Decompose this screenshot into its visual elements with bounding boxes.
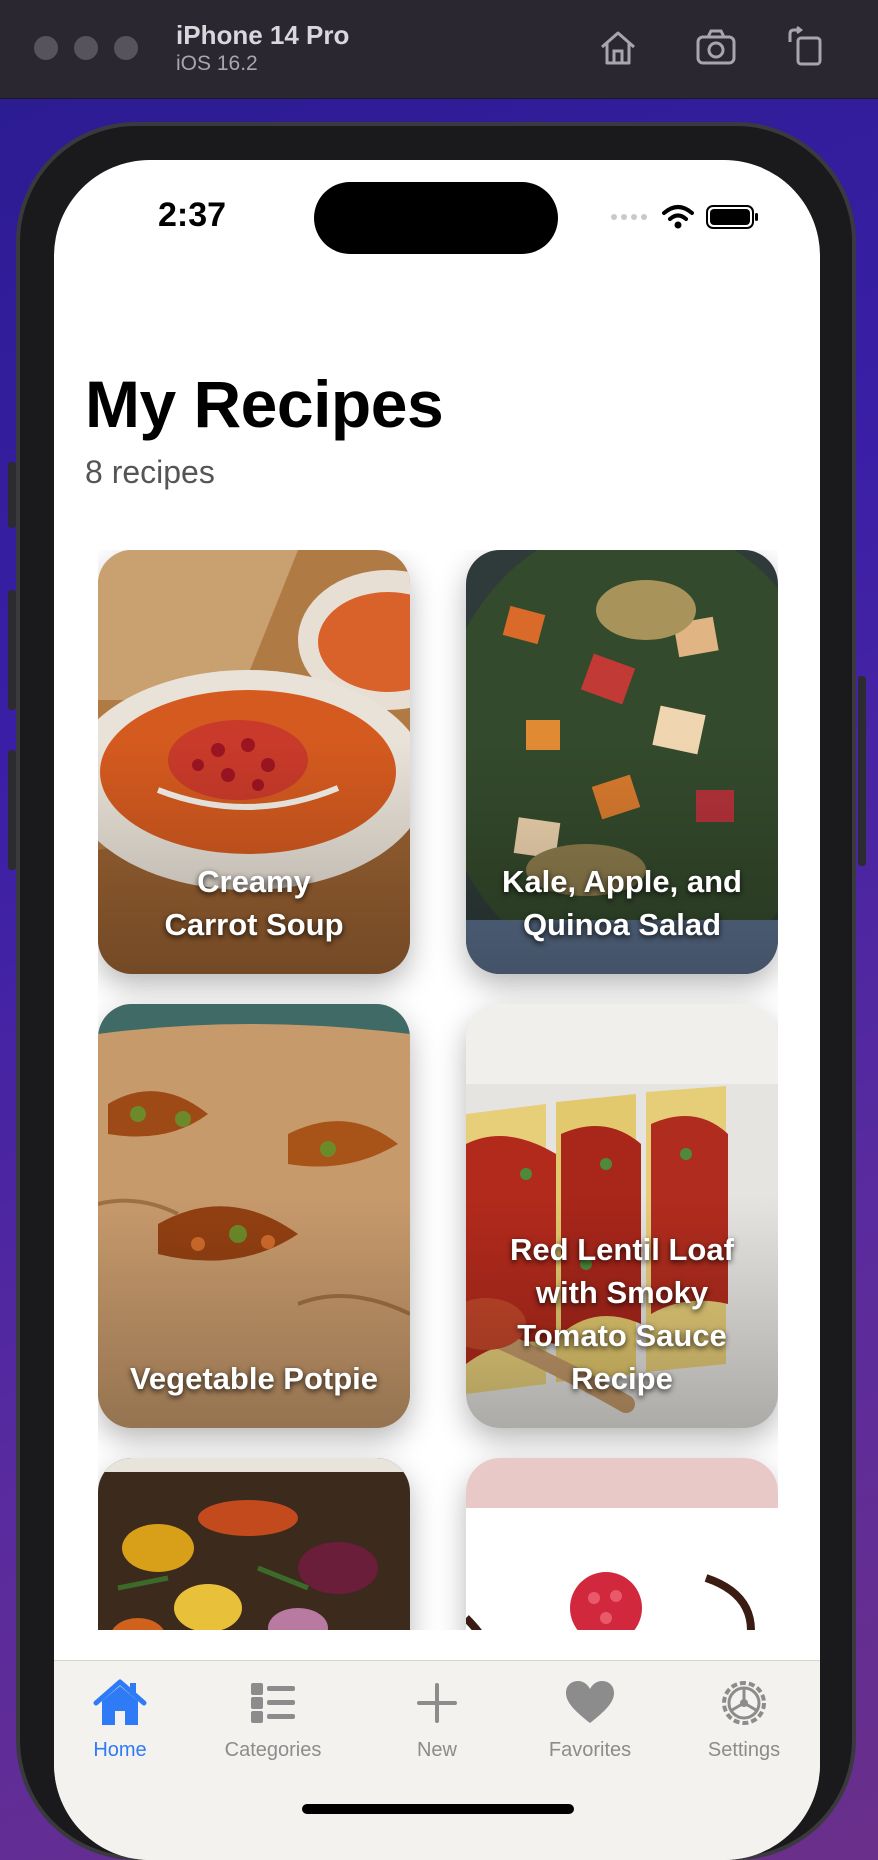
status-time: 2:37: [158, 196, 227, 234]
home-indicator[interactable]: [302, 1804, 574, 1814]
tab-new[interactable]: New: [377, 1677, 497, 1762]
phone-screen: 2:37 My Recipes 8 recipes Creamy Carrot …: [54, 160, 820, 1860]
tab-settings[interactable]: Settings: [684, 1677, 804, 1762]
recipe-card[interactable]: [466, 1458, 778, 1630]
tab-label: Categories: [224, 1739, 322, 1761]
minimize-window-button[interactable]: [74, 36, 98, 60]
tab-bar: Home Categories New Favorites Settings: [54, 1660, 820, 1860]
cellular-signal-icon: [611, 214, 647, 220]
recipe-card[interactable]: Kale, Apple, and Quinoa Salad: [466, 550, 778, 974]
recipe-title: Creamy Carrot Soup: [164, 864, 344, 942]
camera-icon: [696, 29, 736, 65]
page-title: My Recipes: [85, 367, 444, 441]
recipe-title: Red Lentil Loaf with Smoky Tomato Sauce …: [510, 1232, 734, 1396]
screenshot-button[interactable]: [694, 26, 738, 70]
action-button: [8, 462, 16, 528]
tab-label: Settings: [707, 1739, 781, 1761]
tab-categories[interactable]: Categories: [213, 1677, 333, 1762]
battery-icon: [706, 205, 758, 229]
recipe-card[interactable]: [98, 1458, 410, 1630]
wifi-icon: [662, 205, 694, 229]
dynamic-island: [314, 182, 558, 254]
gear-icon: [722, 1681, 766, 1725]
plus-icon: [417, 1683, 457, 1723]
volume-down-button: [8, 750, 16, 870]
simulator-titlebar: iPhone 14 Pro iOS 16.2: [0, 0, 878, 99]
os-version: iOS 16.2: [176, 52, 258, 75]
tab-label: New: [416, 1739, 457, 1761]
status-indicators: [610, 204, 760, 230]
tab-label: Home: [93, 1739, 147, 1761]
recipe-photo: [466, 1458, 778, 1630]
list-icon: [251, 1683, 295, 1723]
recipe-photo: [98, 1458, 410, 1630]
recipe-card[interactable]: Creamy Carrot Soup: [98, 550, 410, 974]
tab-favorites[interactable]: Favorites: [530, 1677, 650, 1762]
house-icon: [93, 1679, 147, 1725]
close-window-button[interactable]: [34, 36, 58, 60]
rotate-button[interactable]: [784, 26, 828, 70]
recipe-grid[interactable]: Creamy Carrot Soup Kale, Apple, and Quin…: [98, 550, 778, 1630]
house-outline-icon: [601, 31, 635, 65]
zoom-window-button[interactable]: [114, 36, 138, 60]
heart-icon: [566, 1681, 614, 1723]
device-name: iPhone 14 Pro: [176, 20, 350, 50]
recipe-title: Vegetable Potpie: [129, 1361, 379, 1396]
home-button[interactable]: [596, 26, 640, 70]
power-button: [858, 676, 866, 866]
recipe-title: Kale, Apple, and Quinoa Salad: [501, 864, 742, 942]
rotate-icon: [788, 26, 822, 66]
recipe-card[interactable]: Red Lentil Loaf with Smoky Tomato Sauce …: [466, 1004, 778, 1428]
tab-label: Favorites: [548, 1739, 632, 1761]
recipe-count: 8 recipes: [85, 454, 215, 490]
volume-up-button: [8, 590, 16, 710]
tab-home[interactable]: Home: [60, 1677, 180, 1762]
recipe-card[interactable]: Vegetable Potpie: [98, 1004, 410, 1428]
